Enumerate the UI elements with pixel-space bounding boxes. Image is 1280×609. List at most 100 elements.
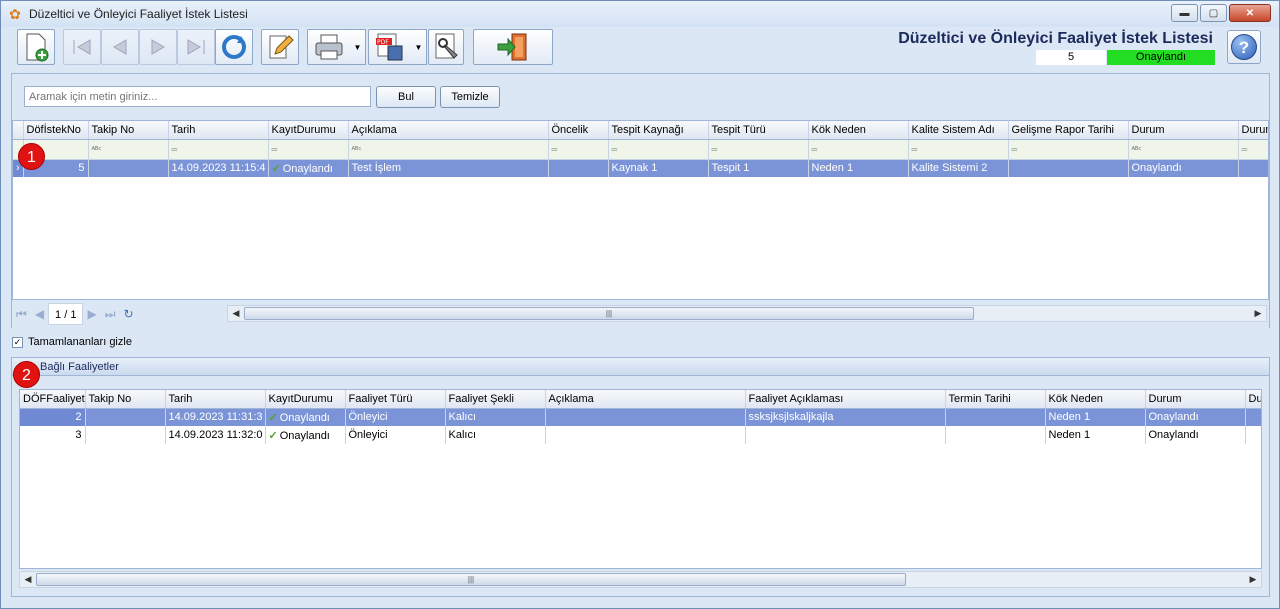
scroll-thumb[interactable]: ||| (36, 573, 906, 586)
column-header[interactable]: Tarih (165, 390, 266, 409)
column-header[interactable]: Kalite Sistem Adı (908, 121, 1009, 140)
column-header[interactable]: KayıtDurumu (268, 121, 349, 140)
cell-kayit-text: Onaylandı (279, 429, 330, 442)
filter-cell[interactable]: ═ (808, 139, 909, 160)
filter-cell[interactable]: ═ (168, 139, 269, 160)
exit-door-icon (497, 33, 527, 61)
column-header[interactable]: Gelişme Rapor Tarihi (1008, 121, 1129, 140)
column-header[interactable]: Öncelik (548, 121, 609, 140)
column-header[interactable]: Durum (1238, 121, 1268, 140)
record-number: 5 (1036, 50, 1106, 65)
clear-button[interactable]: Temizle (440, 86, 500, 108)
last-page-icon[interactable]: ⏭ (105, 307, 116, 322)
find-button[interactable]: Bul (376, 86, 436, 108)
column-header[interactable]: Açıklama (545, 390, 746, 409)
column-header[interactable]: DÖFFaaliyet (20, 390, 86, 409)
hide-completed-checkbox[interactable]: ✓ (12, 337, 23, 348)
column-header[interactable]: Termin Tarihi (945, 390, 1046, 409)
close-button[interactable]: ✕ (1229, 4, 1271, 22)
request-grid: DöfİstekNo Takip No Tarih KayıtDurumu Aç… (12, 120, 1269, 300)
column-header[interactable]: Takip No (85, 390, 166, 409)
column-header[interactable]: Tespit Kaynağı (608, 121, 709, 140)
column-header[interactable]: KayıtDurumu (265, 390, 346, 409)
print-dropdown[interactable]: ▼ (350, 29, 366, 65)
annotation-badge: 1 (18, 143, 45, 170)
column-header[interactable]: Dur (1245, 390, 1261, 409)
checkmark-icon: ✓ (268, 429, 278, 442)
column-header[interactable]: Faaliyet Açıklaması (745, 390, 946, 409)
horizontal-scrollbar[interactable]: ◀ ||| ▶ (19, 571, 1262, 588)
previous-page-icon[interactable]: ◀ (35, 307, 44, 321)
search-input[interactable] (24, 86, 371, 107)
checkmark-icon: ✓ (268, 411, 278, 424)
help-button[interactable]: ? (1227, 30, 1261, 64)
column-header[interactable]: Kök Neden (808, 121, 909, 140)
scroll-right-icon[interactable]: ▶ (1245, 572, 1261, 587)
column-header[interactable]: Durum (1145, 390, 1246, 409)
next-record-button[interactable] (139, 29, 177, 65)
scroll-left-icon[interactable]: ◀ (228, 306, 244, 321)
column-header[interactable]: Faaliyet Türü (345, 390, 446, 409)
exit-button[interactable] (473, 29, 553, 65)
table-row[interactable]: 3 14.09.2023 11:32:0 ✓ Onaylandı Önleyici… (20, 426, 1261, 444)
cell-tur: Tespit 1 (708, 159, 809, 177)
grid-navigator: ⏮ ◀ 1 / 1 ▶ ⏭ ↻ ◀ ||| ▶ (12, 300, 1269, 328)
filter-cell[interactable]: ═ (608, 139, 709, 160)
cell-termin (945, 408, 1046, 426)
text-filter-icon: ᴬᴮᶜ (1131, 144, 1142, 154)
cell-sekil: Kalıcı (445, 426, 546, 444)
cell-no: 3 (20, 426, 86, 444)
filter-cell[interactable]: ᴬᴮᶜ (348, 139, 549, 160)
first-page-icon[interactable]: ⏮ (16, 307, 27, 322)
cell-tarih: 14.09.2023 11:31:3 (165, 408, 266, 426)
filter-cell[interactable]: ᴬᴮᶜ (1128, 139, 1239, 160)
column-header[interactable]: Durum (1128, 121, 1239, 140)
column-header[interactable]: Açıklama (348, 121, 549, 140)
export-dropdown[interactable]: ▼ (411, 29, 427, 65)
table-row[interactable]: 2 14.09.2023 11:31:3 ✓ Onaylandı Önleyici… (20, 408, 1261, 426)
cell-gelisme (1008, 159, 1129, 177)
scroll-right-icon[interactable]: ▶ (1250, 306, 1266, 321)
filter-cell[interactable]: ═ (268, 139, 349, 160)
next-page-icon[interactable]: ▶ (87, 307, 96, 321)
last-record-button[interactable] (177, 29, 215, 65)
new-record-button[interactable] (17, 29, 55, 65)
cell-aciklama (545, 426, 746, 444)
settings-button[interactable] (428, 29, 464, 65)
scroll-thumb[interactable]: ||| (244, 307, 974, 320)
refresh-button[interactable] (215, 29, 253, 65)
horizontal-scrollbar[interactable]: ◀ ||| ▶ (227, 305, 1267, 322)
filter-cell[interactable]: ═ (548, 139, 609, 160)
cell-takip (85, 426, 166, 444)
filter-cell[interactable]: ═ (908, 139, 1009, 160)
filter-cell[interactable]: ═ (708, 139, 809, 160)
column-header[interactable]: Tespit Türü (708, 121, 809, 140)
previous-record-button[interactable] (101, 29, 139, 65)
settings-icon (435, 33, 458, 59)
cell-tarih: 14.09.2023 11:32:0 (165, 426, 266, 444)
linked-activities-header[interactable]: Bağlı Faaliyetler (12, 358, 1269, 376)
cell-faaliyet-aciklama: ssksjksjlskaljkajla (745, 408, 946, 426)
export-pdf-button[interactable]: PDF (368, 29, 412, 65)
column-header[interactable]: DöfİstekNo (23, 121, 89, 140)
column-header[interactable]: Kök Neden (1045, 390, 1146, 409)
column-header[interactable]: Faaliyet Şekli (445, 390, 546, 409)
maximize-button[interactable]: ▢ (1200, 4, 1227, 22)
reload-icon[interactable]: ↻ (124, 307, 134, 321)
cell-no: 2 (20, 408, 86, 426)
first-record-button[interactable] (63, 29, 101, 65)
text-filter-icon: ᴬᴮᶜ (351, 144, 362, 154)
column-header[interactable]: Takip No (88, 121, 169, 140)
print-button[interactable] (307, 29, 351, 65)
last-icon (187, 39, 205, 55)
filter-cell[interactable]: ═ (1238, 139, 1268, 160)
scroll-left-icon[interactable]: ◀ (20, 572, 36, 587)
cell-takip (88, 159, 169, 177)
cell-durum2 (1238, 159, 1268, 177)
filter-cell[interactable]: ᴬᴮᶜ (88, 139, 169, 160)
edit-button[interactable] (261, 29, 299, 65)
table-row[interactable]: › 5 14.09.2023 11:15:4 ✓ Onaylandı Test İ… (13, 159, 1268, 177)
filter-cell[interactable]: ═ (1008, 139, 1129, 160)
column-header[interactable]: Tarih (168, 121, 269, 140)
minimize-button[interactable]: ▬ (1171, 4, 1198, 22)
